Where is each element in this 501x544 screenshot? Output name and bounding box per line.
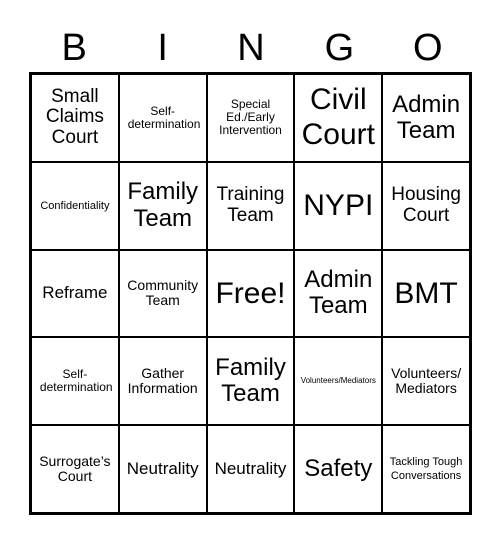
bingo-cell[interactable]: Gather Information [118,337,207,426]
bingo-cell[interactable]: Civil Court [294,74,383,162]
cell-label: Neutrality [126,458,199,478]
cell-label: Training Team [216,183,285,226]
cell-label: BMT [394,276,458,310]
cell-label: Admin Team [304,266,373,320]
bingo-cell[interactable]: Volunteers/ Mediators [382,337,470,426]
cell-label: Family Team [127,178,199,232]
cell-label: Small Claims Court [45,85,104,149]
bingo-cell[interactable]: Admin Team [294,249,383,338]
cell-label: Special Ed./Early Intervention [219,97,282,138]
cell-label: NYPI [303,189,374,223]
cell-label: Tackling Tough Conversations [389,455,463,483]
bingo-cell[interactable]: Small Claims Court [31,74,119,162]
bingo-cell[interactable]: Volunteers/Mediators [294,337,383,426]
bingo-cell[interactable]: Self-determination [31,337,119,426]
bingo-cell[interactable]: Tackling Tough Conversations [382,425,470,513]
cell-label: Neutrality [214,458,287,478]
bingo-cell[interactable]: BMT [382,249,470,338]
header-letter-b: B [61,27,87,69]
bingo-cell[interactable]: Safety [294,425,383,513]
cell-label: Community Team [127,277,199,309]
cell-label: Housing Court [391,183,461,226]
cell-label: Surrogate’s Court [39,452,111,485]
bingo-cell[interactable]: Confidentiality [31,161,119,250]
bingo-cell[interactable]: Housing Court [382,161,470,250]
header-letter-i: I [157,27,168,69]
bingo-card: Small Claims Court Self-determination Sp… [29,72,472,515]
header-letter-g: G [324,27,355,69]
header-letter-o: O [413,27,443,69]
bingo-cell[interactable]: Training Team [206,161,295,250]
cell-label: Admin Team [392,90,461,144]
cell-label: Safety [304,454,373,482]
bingo-cell[interactable]: Community Team [118,249,207,338]
cell-label: Free! [215,276,286,310]
bingo-cell[interactable]: Special Ed./Early Intervention [206,74,295,162]
cell-label: Volunteers/ Mediators [391,364,462,397]
bingo-cell[interactable]: Surrogate’s Court [31,425,119,513]
cell-label: Self-determination [127,103,201,131]
cell-label: Volunteers/Mediators [300,375,376,385]
bingo-cell[interactable]: Family Team [118,161,207,250]
bingo-cell[interactable]: Family Team [206,337,295,426]
bingo-cell[interactable]: Neutrality [206,425,295,513]
cell-label: Gather Information [127,364,198,397]
bingo-cell[interactable]: Neutrality [118,425,207,513]
bingo-header: B I N G O [30,26,472,70]
bingo-cell[interactable]: Free! [206,249,295,338]
bingo-cell[interactable]: Self-determination [118,74,207,162]
header-letter-n: N [237,27,265,69]
bingo-cell[interactable]: NYPI [294,161,383,250]
cell-label: Confidentiality [40,199,110,212]
bingo-cell[interactable]: Admin Team [382,74,470,162]
cell-label: Civil Court [301,83,375,151]
cell-label: Self-determination [39,367,113,395]
cell-label: Reframe [42,283,108,303]
bingo-cell[interactable]: Reframe [31,249,119,338]
cell-label: Family Team [215,353,286,408]
